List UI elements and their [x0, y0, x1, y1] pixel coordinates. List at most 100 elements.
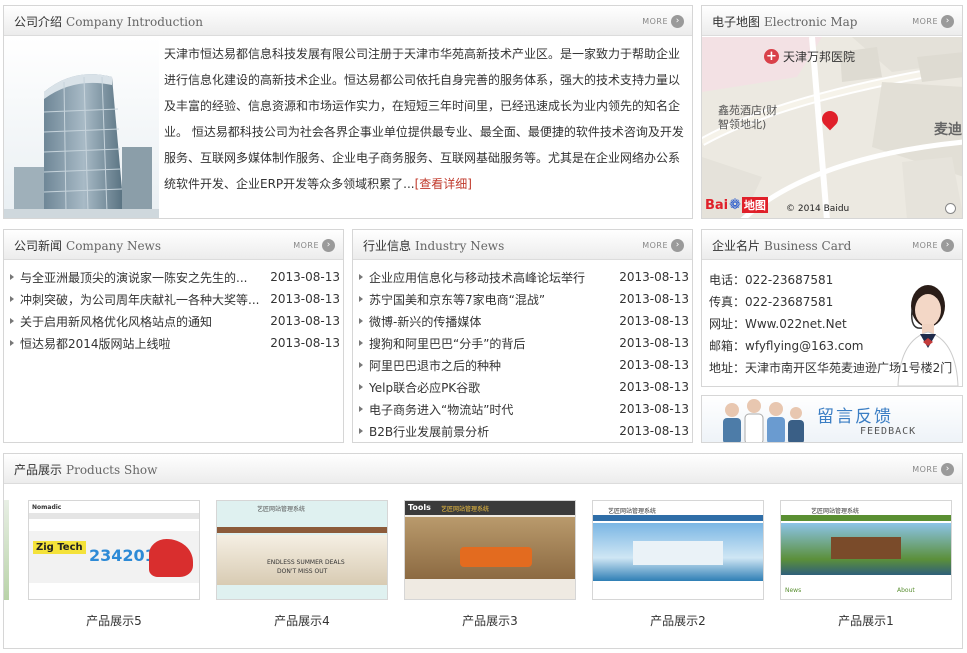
industry-list-item[interactable]: 阿里巴巴退市之后的种种 2013-08-13 — [353, 354, 692, 376]
hospital-cross-icon: + — [764, 49, 779, 64]
baidu-logo-text: Bai — [705, 197, 729, 213]
company-intro-more-button[interactable]: MORE › — [642, 14, 684, 28]
product-card[interactable]: 艺匠网站管理系统 News About 产品展示1 — [780, 490, 952, 640]
news-item-title: 与全亚洲最顶尖的演说家一陈安之先生的... — [20, 270, 248, 285]
industry-item-title: B2B行业发展前景分析 — [369, 424, 490, 439]
electronic-map-panel: 电子地图 Electronic Map MORE › + 天津万邦医院 鑫苑酒店( — [701, 5, 963, 219]
products-show-more-button[interactable]: MORE › — [912, 462, 954, 476]
company-news-title: 公司新闻 Company News — [14, 237, 161, 254]
industry-item-title: 搜狗和阿里巴巴“分手”的背后 — [369, 336, 526, 351]
industry-news-more-button[interactable]: MORE › — [642, 238, 684, 252]
hospital-marker[interactable]: + 天津万邦医院 — [764, 48, 855, 65]
chevron-right-icon: › — [671, 238, 684, 252]
feedback-banner[interactable]: 留言反馈 FEEDBACK — [701, 395, 963, 443]
company-intro-title-cn: 公司介绍 — [14, 15, 63, 29]
business-card-header: 企业名片 Business Card MORE › — [702, 230, 962, 260]
company-news-list: 与全亚洲最顶尖的演说家一陈安之先生的... 2013-08-13 冲刺突破，为公司… — [4, 266, 343, 354]
thumb-news-label: News — [785, 587, 802, 594]
products-show-title-en: Products Show — [66, 463, 158, 477]
industry-item-date: 2013-08-13 — [619, 358, 689, 372]
map-copyright: © 2014 Baidu — [786, 204, 850, 214]
industry-item-date: 2013-08-13 — [619, 336, 689, 350]
industry-news-title-en: Industry News — [415, 239, 505, 253]
baidu-map-logo[interactable]: Bai ❁ 地图 — [705, 197, 768, 213]
industry-item-date: 2013-08-13 — [619, 292, 689, 306]
product-thumbnail: Nomadic Zig Tech 2342017 — [28, 500, 200, 600]
bullet-icon — [359, 318, 363, 324]
industry-item-title: 苏宁国美和京东等7家电商“混战” — [369, 292, 546, 307]
industry-list-item[interactable]: Yelp联合必应PK谷歌 2013-08-13 — [353, 376, 692, 398]
industry-item-title: 阿里巴巴退市之后的种种 — [369, 358, 502, 373]
business-card-panel: 企业名片 Business Card MORE › 电话：022-23687581… — [701, 229, 963, 387]
product-card[interactable]: 艺匠网站管理系统 ENDLESS SUMMER DEALS DON'T MISS… — [216, 490, 388, 640]
company-news-more-button[interactable]: MORE › — [293, 238, 335, 252]
product-thumbnail: 艺匠网站管理系统 News About — [780, 500, 952, 600]
bullet-icon — [359, 428, 363, 434]
map-view[interactable]: + 天津万邦医院 鑫苑酒店(财 智领地北) 麦迪 Bai ❁ 地图 © 2014… — [702, 37, 962, 218]
card-address: 地址：天津市南开区华苑麦迪逊广场1号楼2门 — [709, 361, 953, 375]
industry-list-item[interactable]: 微博-新兴的传播媒体 2013-08-13 — [353, 310, 692, 332]
card-email: 邮箱：wfyflying@163.com — [709, 339, 864, 353]
thumb-site-name: 艺匠网站管理系统 — [257, 506, 306, 513]
product-card[interactable]: Tools 艺匠网站管理系统 产品展示3 — [404, 490, 576, 640]
industry-item-date: 2013-08-13 — [619, 314, 689, 328]
baidu-logo-map-text: 地图 — [741, 197, 768, 213]
news-list-item[interactable]: 关于启用新风格优化风格站点的通知 2013-08-13 — [4, 310, 343, 332]
chevron-right-icon: › — [941, 462, 954, 476]
company-intro-panel: 公司介绍 Company Introduction MORE › 天津市恒达易都… — [3, 5, 693, 219]
chevron-right-icon: › — [322, 238, 335, 252]
product-label: 产品展示2 — [650, 614, 706, 628]
thumb-tools-logo: Tools — [408, 503, 431, 512]
bullet-icon — [359, 384, 363, 390]
people-group-image — [723, 399, 804, 442]
bullet-icon — [359, 406, 363, 412]
bullet-icon — [359, 362, 363, 368]
industry-list-item[interactable]: 电子商务进入“物流站”时代 2013-08-13 — [353, 398, 692, 420]
company-building-image — [4, 37, 159, 218]
news-item-title: 冲刺突破，为公司周年庆献礼一各种大奖等... — [20, 292, 260, 307]
thumb-nav-bar — [29, 513, 199, 519]
product-label: 产品展示3 — [462, 614, 518, 628]
chevron-right-icon: › — [941, 238, 954, 252]
industry-list-item[interactable]: 苏宁国美和京东等7家电商“混战” 2013-08-13 — [353, 288, 692, 310]
electronic-map-more-button[interactable]: MORE › — [912, 14, 954, 28]
product-card[interactable]: Nomadic Zig Tech 2342017 产品展示5 — [28, 490, 200, 640]
map-zoom-control-icon[interactable] — [945, 203, 956, 214]
business-card-title-cn: 企业名片 — [712, 239, 761, 253]
news-list-item[interactable]: 恒达易都2014版网站上线啦 2013-08-13 — [4, 332, 343, 354]
news-list-item[interactable]: 与全亚洲最顶尖的演说家一陈安之先生的... 2013-08-13 — [4, 266, 343, 288]
industry-list-item[interactable]: 搜狗和阿里巴巴“分手”的背后 2013-08-13 — [353, 332, 692, 354]
product-thumbnail: Tools 艺匠网站管理系统 — [404, 500, 576, 600]
news-item-date: 2013-08-13 — [270, 314, 340, 328]
view-detail-link[interactable]: [查看详细] — [415, 177, 472, 191]
bullet-icon — [10, 274, 14, 280]
news-list-item[interactable]: 冲刺突破，为公司周年庆献礼一各种大奖等... 2013-08-13 — [4, 288, 343, 310]
bullet-icon — [10, 296, 14, 302]
industry-item-date: 2013-08-13 — [619, 402, 689, 416]
hotel-label[interactable]: 鑫苑酒店(财 智领地北) — [718, 104, 777, 132]
bullet-icon — [359, 274, 363, 280]
company-intro-paragraph: 天津市恒达易都信息科技发展有限公司注册于天津市华苑高新技术产业区。是一家致力于帮… — [164, 47, 684, 191]
company-intro-header: 公司介绍 Company Introduction MORE › — [4, 6, 692, 36]
hospital-label: 天津万邦医院 — [783, 50, 856, 64]
news-item-date: 2013-08-13 — [270, 270, 340, 284]
more-label: MORE — [642, 240, 668, 250]
thumb-zigtech-label: Zig Tech — [33, 541, 86, 554]
hotel-label-line1: 鑫苑酒店(财 — [718, 104, 778, 117]
product-card[interactable]: 艺匠网站管理系统 产品展示2 — [592, 490, 764, 640]
more-label: MORE — [293, 240, 319, 250]
business-card-title: 企业名片 Business Card — [712, 237, 851, 254]
product-thumbnail: 艺匠网站管理系统 ENDLESS SUMMER DEALS DON'T MISS… — [216, 500, 388, 600]
bullet-icon — [359, 340, 363, 346]
industry-list-item[interactable]: 企业应用信息化与移动技术高峰论坛举行 2013-08-13 — [353, 266, 692, 288]
business-card-more-button[interactable]: MORE › — [912, 238, 954, 252]
company-intro-text: 天津市恒达易都信息科技发展有限公司注册于天津市华苑高新技术产业区。是一家致力于帮… — [164, 41, 689, 197]
more-label: MORE — [642, 16, 668, 26]
product-label: 产品展示1 — [838, 614, 894, 628]
electronic-map-title: 电子地图 Electronic Map — [712, 13, 857, 30]
industry-list-item[interactable]: B2B行业发展前景分析 2013-08-13 — [353, 420, 692, 442]
company-news-panel: 公司新闻 Company News MORE › 与全亚洲最顶尖的演说家一陈安之先… — [3, 229, 344, 443]
bullet-icon — [10, 318, 14, 324]
thumb-sofa-image — [460, 547, 532, 567]
thumb-banner-headline: ENDLESS SUMMER DEALS — [267, 559, 345, 566]
